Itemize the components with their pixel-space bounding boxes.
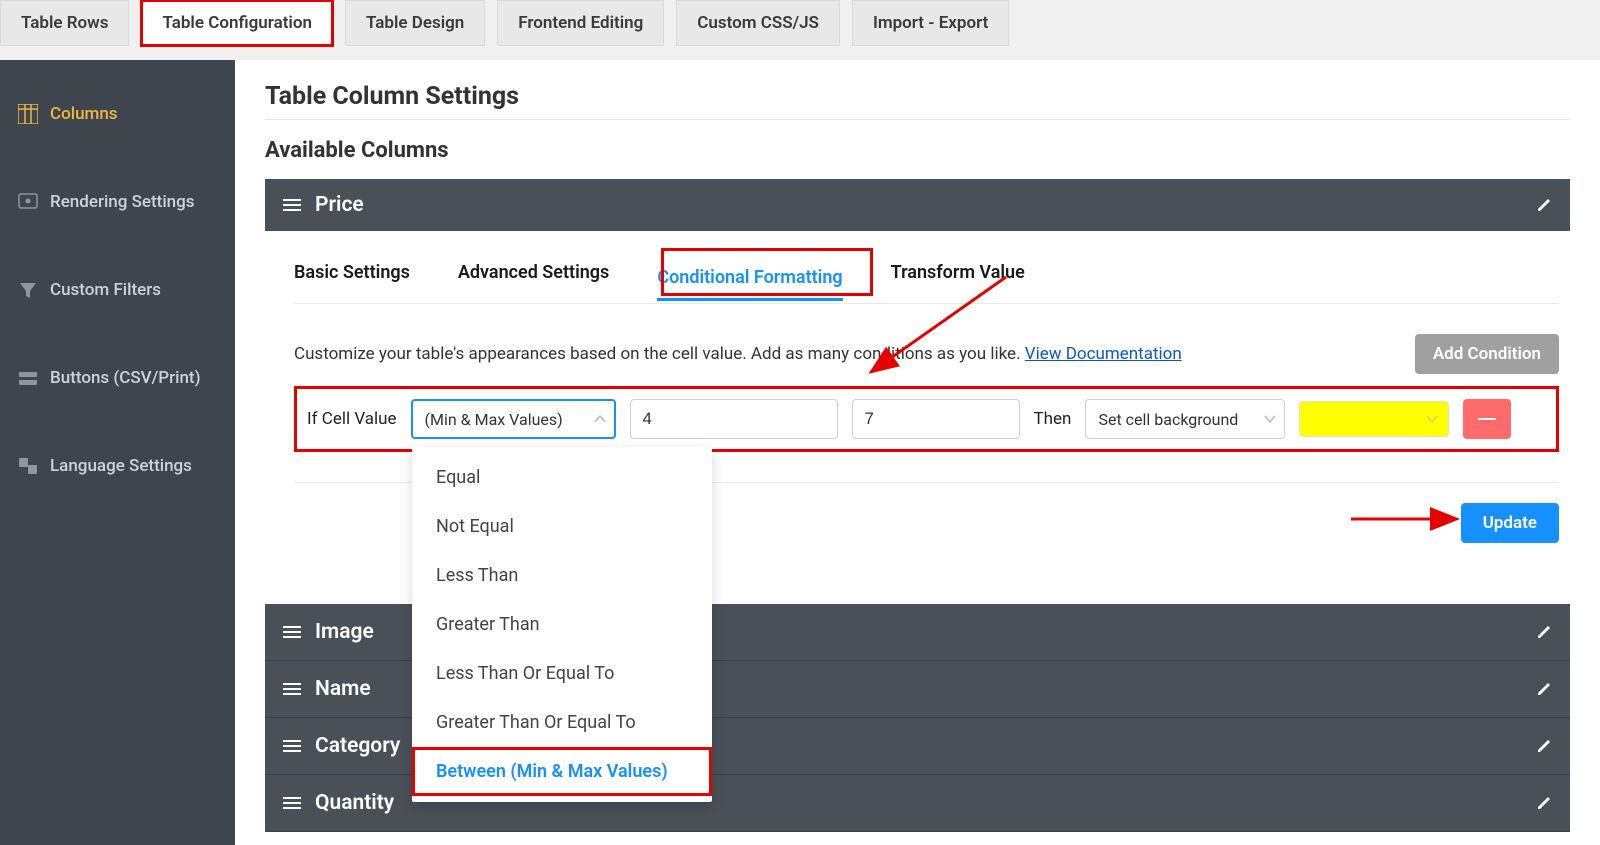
action-select-value: Set cell background [1098,410,1238,429]
then-label: Then [1034,409,1072,429]
language-icon [18,456,38,476]
sidebar-item-language[interactable]: Language Settings [0,442,235,490]
max-value-input[interactable] [852,399,1020,439]
sidebar-item-label: Custom Filters [50,280,161,300]
tab-custom-css-js[interactable]: Custom CSS/JS [676,0,840,46]
operator-dropdown: EqualNot EqualLess ThanGreater ThanLess … [412,447,712,802]
tab-frontend-editing[interactable]: Frontend Editing [497,0,664,46]
add-condition-button[interactable]: Add Condition [1415,334,1559,374]
sidebar-item-label: Buttons (CSV/Print) [50,368,201,388]
section-title: Available Columns [265,138,1570,163]
chevron-down-icon [1264,414,1276,424]
inner-tab-advanced[interactable]: Advanced Settings [458,262,609,293]
sidebar-item-buttons[interactable]: Buttons (CSV/Print) [0,354,235,402]
edit-icon[interactable] [1536,681,1552,697]
sidebar-item-rendering[interactable]: Rendering Settings [0,178,235,226]
chevron-up-icon [594,414,606,424]
annotation-arrow [1349,505,1469,533]
operator-option[interactable]: Equal [412,453,712,502]
column-panel-price[interactable]: Price [265,179,1570,231]
operator-option[interactable]: Less Than Or Equal To [412,649,712,698]
tab-table-configuration[interactable]: Table Configuration [141,0,333,46]
if-cell-value-label: If Cell Value [307,409,397,429]
edit-icon[interactable] [1536,197,1552,213]
operator-option[interactable]: Less Than [412,551,712,600]
operator-select[interactable]: (Min & Max Values) [411,399,616,439]
edit-icon[interactable] [1536,795,1552,811]
drag-handle-icon[interactable] [283,739,301,753]
condition-row: If Cell Value (Min & Max Values) Then Se… [294,386,1559,452]
tab-table-rows[interactable]: Table Rows [0,0,129,46]
tab-table-design[interactable]: Table Design [345,0,485,46]
sidebar-item-label: Columns [50,104,118,124]
drag-handle-icon[interactable] [283,625,301,639]
help-text: Customize your table's appearances based… [294,344,1415,364]
sidebar-item-label: Rendering Settings [50,192,195,212]
inner-tabs: Basic Settings Advanced Settings Conditi… [294,262,1559,304]
panel-title: Price [315,193,1536,217]
operator-option[interactable]: Not Equal [412,502,712,551]
action-select[interactable]: Set cell background [1085,399,1285,439]
chevron-down-icon [1426,414,1438,424]
edit-icon[interactable] [1536,624,1552,640]
inner-tab-basic[interactable]: Basic Settings [294,262,410,293]
page-title: Table Column Settings [265,82,1570,111]
top-tab-bar: Table Rows Table Configuration Table Des… [0,0,1600,60]
buttons-icon [18,368,38,388]
view-documentation-link[interactable]: View Documentation [1025,344,1182,364]
update-button[interactable]: Update [1461,503,1559,543]
drag-handle-icon[interactable] [283,796,301,810]
tab-import-export[interactable]: Import - Export [852,0,1009,46]
operator-option[interactable]: Greater Than Or Equal To [412,698,712,747]
operator-select-value: (Min & Max Values) [425,410,563,429]
sidebar-item-label: Language Settings [50,456,192,476]
inner-tab-conditional[interactable]: Conditional Formatting [657,267,842,301]
min-value-input[interactable] [630,399,838,439]
rendering-icon [18,192,38,212]
drag-handle-icon[interactable] [283,198,301,212]
operator-option[interactable]: Between (Min & Max Values) [412,747,712,796]
edit-icon[interactable] [1536,738,1552,754]
color-picker[interactable] [1299,401,1449,437]
operator-option[interactable]: Greater Than [412,600,712,649]
inner-tab-transform[interactable]: Transform Value [891,262,1025,293]
filter-icon [18,280,38,300]
sidebar-item-columns[interactable]: Columns [0,90,235,138]
sidebar-item-filters[interactable]: Custom Filters [0,266,235,314]
columns-icon [18,104,38,124]
remove-condition-button[interactable] [1463,399,1511,439]
drag-handle-icon[interactable] [283,682,301,696]
sidebar: Columns Rendering Settings Custom Filter… [0,60,235,845]
main-content: Table Column Settings Available Columns … [235,60,1600,845]
